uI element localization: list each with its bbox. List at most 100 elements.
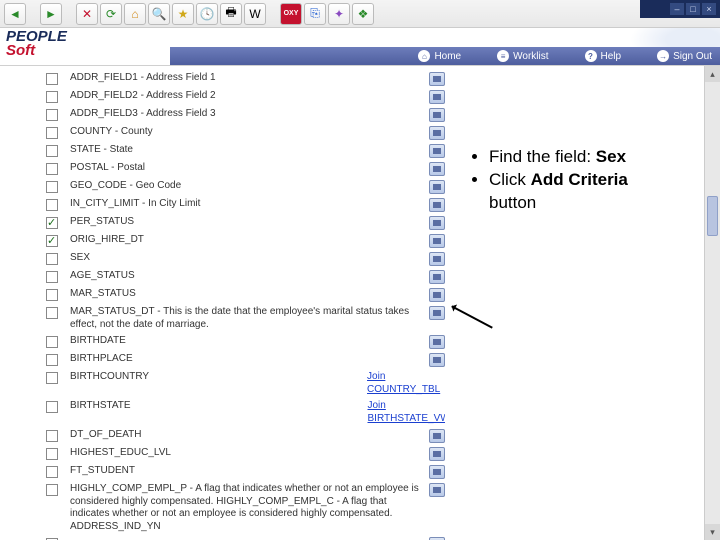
stop-button[interactable]: ✕ [76, 3, 98, 25]
vertical-scrollbar[interactable]: ▴ ▾ [704, 66, 720, 540]
back-button[interactable]: ◄ [4, 3, 26, 25]
field-label: ADDR_FIELD1 - Address Field 1 [70, 72, 425, 85]
add-criteria-icon[interactable] [429, 108, 445, 122]
field-row: ADDR_FIELD2 - Address Field 2 [10, 88, 445, 106]
nav-help[interactable]: ?Help [585, 50, 622, 62]
add-criteria-icon[interactable] [429, 270, 445, 284]
field-label: POSTAL - Postal [70, 162, 425, 175]
field-checkbox[interactable] [46, 307, 58, 319]
oxy-button[interactable]: OXY [280, 3, 302, 25]
field-checkbox[interactable] [46, 430, 58, 442]
scroll-up-button[interactable]: ▴ [705, 66, 720, 82]
field-checkbox[interactable] [46, 109, 58, 121]
field-checkbox[interactable] [46, 466, 58, 478]
search-button[interactable]: 🔍 [148, 3, 170, 25]
add-criteria-icon[interactable] [429, 198, 445, 212]
size-button[interactable]: W [244, 3, 266, 25]
left-gutter [0, 66, 10, 540]
app-header: PEOPLESoft ⌂Home ≡Worklist ?Help →Sign O… [0, 28, 720, 66]
field-row: HIGHLY_COMP_EMPL_P - A flag that indicat… [10, 481, 445, 535]
field-label: HIGHLY_COMP_EMPL_P - A flag that indicat… [70, 483, 425, 533]
app-navbar: ⌂Home ≡Worklist ?Help →Sign Out [170, 47, 720, 65]
join-link[interactable]: Join BIRTHSTATE_VW [368, 400, 446, 425]
home-button[interactable]: ⌂ [124, 3, 146, 25]
add-criteria-icon[interactable] [429, 353, 445, 367]
add-criteria-icon[interactable] [429, 335, 445, 349]
field-label: BIRTHCOUNTRYJoin COUNTRY_TBL [70, 371, 445, 396]
add-criteria-icon[interactable] [429, 447, 445, 461]
close-button[interactable]: × [702, 3, 716, 15]
field-row: GEO_CODE - Geo Code [10, 178, 445, 196]
field-checkbox[interactable] [46, 289, 58, 301]
window-controls: – □ × [640, 0, 720, 18]
print-button[interactable]: 🖶 [220, 3, 242, 25]
home-icon: ⌂ [418, 50, 430, 62]
forward-button[interactable]: ► [40, 3, 62, 25]
field-checkbox[interactable] [46, 73, 58, 85]
worklist-icon: ≡ [497, 50, 509, 62]
field-checkbox[interactable] [46, 127, 58, 139]
help-icon: ? [585, 50, 597, 62]
nav-home[interactable]: ⌂Home [418, 50, 461, 62]
add-criteria-icon[interactable] [429, 306, 445, 320]
field-checkbox[interactable] [46, 448, 58, 460]
add-criteria-icon[interactable] [429, 162, 445, 176]
field-label: IN_CITY_LIMIT - In City Limit [70, 198, 425, 211]
add-criteria-icon[interactable] [429, 288, 445, 302]
field-checkbox[interactable] [46, 253, 58, 265]
scroll-down-button[interactable]: ▾ [705, 524, 720, 540]
field-row: HIGHEST_EDUC_LVL [10, 445, 445, 463]
code-button[interactable]: ⎘ [304, 3, 326, 25]
field-checkbox[interactable] [46, 91, 58, 103]
field-checkbox[interactable] [46, 354, 58, 366]
field-row [10, 535, 445, 540]
add-criteria-icon[interactable] [429, 144, 445, 158]
field-checkbox[interactable] [46, 336, 58, 348]
favorites-button[interactable]: ★ [172, 3, 194, 25]
add-criteria-icon[interactable] [429, 72, 445, 86]
field-label: MAR_STATUS_DT - This is the date that th… [70, 306, 425, 331]
field-checkbox[interactable] [46, 372, 58, 384]
field-checkbox[interactable] [46, 217, 58, 229]
nav-signout[interactable]: →Sign Out [657, 50, 712, 62]
field-list: ADDR_FIELD1 - Address Field 1 ADDR_FIELD2… [10, 66, 445, 540]
scroll-thumb[interactable] [707, 196, 718, 236]
pointer-arrow [451, 305, 493, 328]
add-criteria-icon[interactable] [429, 126, 445, 140]
field-row: ADDR_FIELD3 - Address Field 3 [10, 106, 445, 124]
add-criteria-icon[interactable] [429, 252, 445, 266]
maximize-button[interactable]: □ [686, 3, 700, 15]
history-button[interactable]: 🕓 [196, 3, 218, 25]
signout-icon: → [657, 50, 669, 62]
field-label: STATE - State [70, 144, 425, 157]
field-checkbox[interactable] [46, 401, 58, 413]
add-criteria-icon[interactable] [429, 216, 445, 230]
add-criteria-icon[interactable] [429, 465, 445, 479]
field-checkbox[interactable] [46, 181, 58, 193]
wizard-button[interactable]: ✦ [328, 3, 350, 25]
refresh-button[interactable]: ⟳ [100, 3, 122, 25]
field-checkbox[interactable] [46, 235, 58, 247]
add-criteria-icon[interactable] [429, 483, 445, 497]
field-label: BIRTHDATE [70, 335, 425, 348]
field-row: AGE_STATUS [10, 268, 445, 286]
add-criteria-icon[interactable] [429, 429, 445, 443]
field-label: SEX [70, 252, 425, 265]
help-icon[interactable]: ❖ [352, 3, 374, 25]
minimize-button[interactable]: – [670, 3, 684, 15]
field-checkbox[interactable] [46, 484, 58, 496]
field-row: BIRTHSTATEJoin BIRTHSTATE_VW [10, 398, 445, 427]
field-row: ORIG_HIRE_DT [10, 232, 445, 250]
field-checkbox[interactable] [46, 271, 58, 283]
field-row: SEX [10, 250, 445, 268]
field-row: BIRTHCOUNTRYJoin COUNTRY_TBL [10, 369, 445, 398]
add-criteria-icon[interactable] [429, 180, 445, 194]
add-criteria-icon[interactable] [429, 90, 445, 104]
field-checkbox[interactable] [46, 163, 58, 175]
field-checkbox[interactable] [46, 145, 58, 157]
field-label: AGE_STATUS [70, 270, 425, 283]
join-link[interactable]: Join COUNTRY_TBL [367, 371, 445, 396]
add-criteria-icon[interactable] [429, 234, 445, 248]
nav-worklist[interactable]: ≡Worklist [497, 50, 548, 62]
field-checkbox[interactable] [46, 199, 58, 211]
